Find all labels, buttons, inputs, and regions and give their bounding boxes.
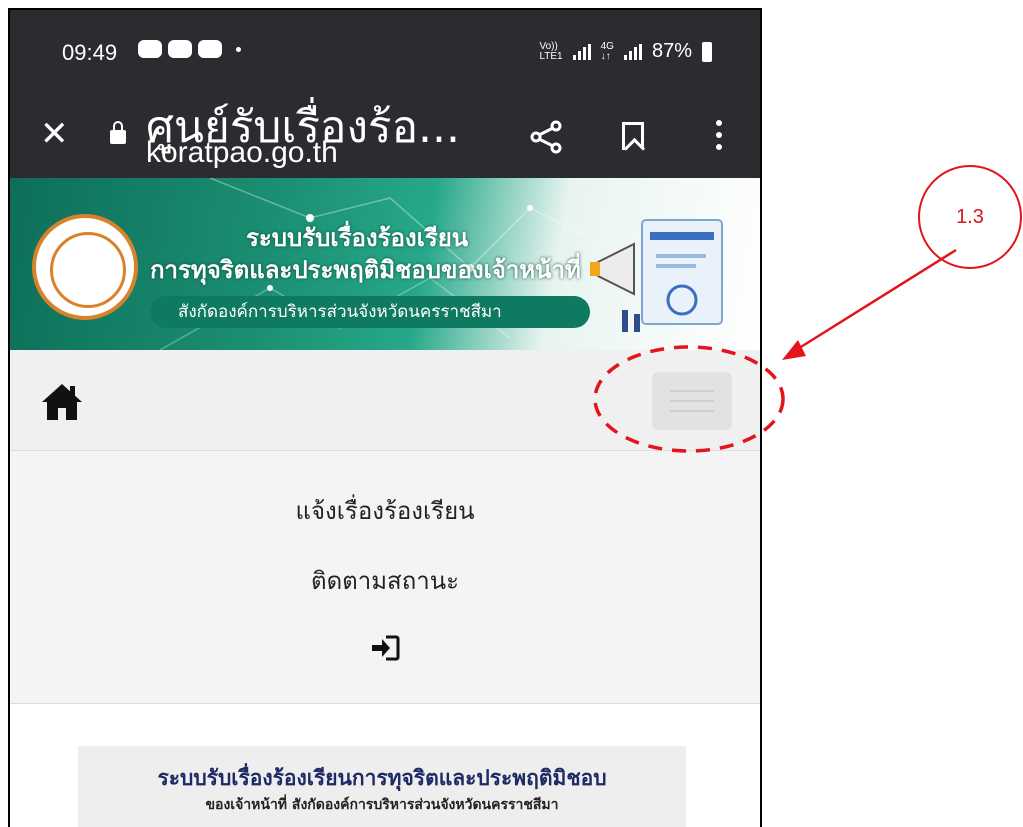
menu-item-report-complaint[interactable]: แจ้งเรื่องร้องเรียน	[10, 491, 760, 530]
data-indicator: 4G ↓↑	[600, 40, 614, 62]
home-icon[interactable]	[42, 382, 82, 422]
card-title: ระบบรับเรื่องร้องเรียนการทุจริตและประพฤต…	[157, 766, 607, 790]
youtube-icon	[168, 40, 192, 58]
banner-org-name: สังกัดองค์การบริหารส่วนจังหวัดนครราชสีมา	[150, 296, 590, 328]
intro-card: ระบบรับเรื่องร้องเรียนการทุจริตและประพฤต…	[78, 746, 686, 827]
share-icon[interactable]	[530, 120, 564, 154]
status-bar: 09:49 Vo)) LTE1 4G ↓↑ 87%	[10, 10, 760, 98]
browser-toolbar: ✕ ศูนย์รับเรื่องร้อ... koratpao.go.th	[10, 98, 760, 178]
youtube-icon	[198, 40, 222, 58]
phone-screenshot: 09:49 Vo)) LTE1 4G ↓↑ 87% ✕ ศูนย์รับเรื่อง…	[8, 8, 762, 827]
banner-subtitle: การทุจริตและประพฤติมิชอบของเจ้าหน้าที่	[150, 256, 581, 284]
signal-icon	[623, 43, 642, 60]
hamburger-menu-button[interactable]	[652, 372, 732, 430]
bookmark-icon[interactable]	[622, 122, 644, 150]
navbar	[10, 350, 760, 451]
annotation-label: 1.3	[956, 206, 984, 228]
page-url[interactable]: koratpao.go.th	[146, 136, 338, 170]
notification-icons	[138, 40, 241, 58]
signal-icon	[572, 43, 591, 60]
battery-icon	[702, 41, 712, 62]
status-time: 09:49	[62, 40, 118, 65]
content-area: ระบบรับเรื่องร้องเรียนการทุจริตและประพฤต…	[10, 704, 760, 827]
card-subtitle: ของเจ้าหน้าที่ สังกัดองค์การบริหารส่วนจั…	[205, 797, 559, 813]
network-indicator: Vo)) LTE1	[539, 40, 563, 62]
battery-percent: 87%	[651, 40, 692, 62]
site-banner: ระบบรับเรื่องร้องเรียน การทุจริตและประพฤ…	[10, 178, 760, 350]
annotation-arrow-head	[782, 340, 806, 360]
lock-icon	[110, 121, 126, 144]
line-app-icon	[138, 40, 162, 58]
menu-item-track-status[interactable]: ติดตามสถานะ	[10, 561, 760, 600]
more-notifications-icon	[236, 46, 241, 52]
login-icon[interactable]	[370, 635, 400, 661]
megaphone-illustration	[590, 219, 723, 332]
nav-menu: แจ้งเรื่องร้องเรียน ติดตามสถานะ	[10, 451, 760, 704]
more-vert-icon[interactable]	[716, 120, 722, 156]
organization-logo	[32, 214, 138, 320]
annotation-arrow-line	[795, 248, 957, 352]
status-right: Vo)) LTE1 4G ↓↑ 87%	[539, 40, 712, 63]
close-icon[interactable]: ✕	[40, 114, 69, 154]
